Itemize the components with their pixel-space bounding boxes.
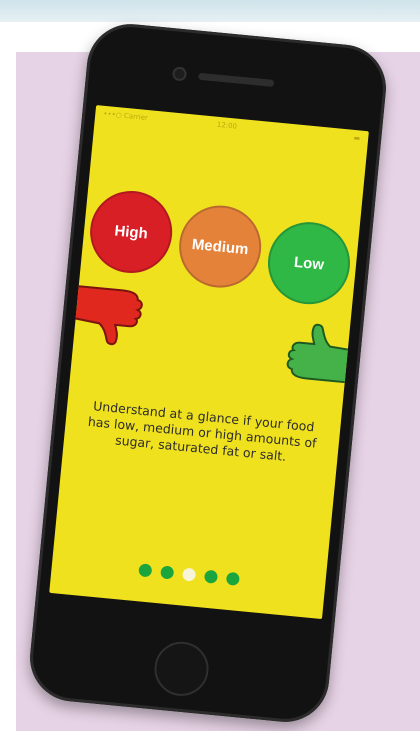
description-text: Understand at a glance if your food has … (87, 398, 318, 464)
low-label: Low (293, 253, 325, 274)
status-bar: •••○ Carrier 12:00 ▬ (95, 105, 369, 147)
status-carrier: •••○ Carrier (102, 109, 149, 123)
page-dot-2[interactable] (159, 565, 174, 580)
earpiece-speaker (198, 72, 275, 87)
high-circle: High (86, 187, 176, 277)
battery-icon: ▬ (353, 133, 361, 143)
status-time: 12:00 (216, 120, 238, 131)
front-camera (171, 66, 188, 82)
page-dot-4[interactable] (203, 569, 218, 584)
high-label: High (113, 221, 149, 243)
home-button[interactable] (152, 639, 211, 699)
page-dot-1[interactable] (137, 563, 152, 578)
pagination-dots (52, 555, 326, 594)
low-circle: Low (264, 218, 354, 308)
thumbs-up-icon (286, 323, 359, 385)
page-dot-5[interactable] (225, 571, 240, 586)
thumbs-down-icon (70, 284, 143, 346)
app-screen: •••○ Carrier 12:00 ▬ High Medium Low Und… (49, 105, 369, 620)
medium-label: Medium (191, 235, 250, 258)
medium-circle: Medium (175, 201, 265, 292)
background-band (0, 0, 420, 22)
page-dot-3-active[interactable] (181, 567, 196, 582)
